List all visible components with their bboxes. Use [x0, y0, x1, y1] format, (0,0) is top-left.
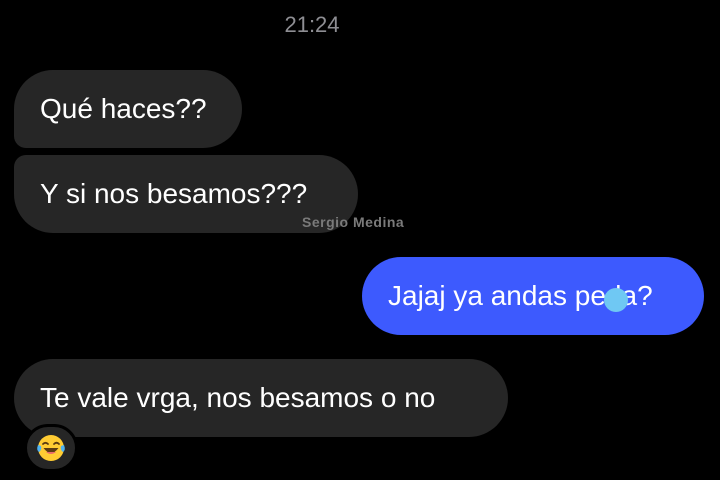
touch-indicator-dot: [604, 288, 628, 312]
message-timestamp: 21:24: [284, 12, 340, 37]
message-text: Y si nos besamos???: [40, 178, 308, 209]
message-reaction[interactable]: [24, 424, 78, 472]
laughing-tears-emoji-icon: [37, 435, 65, 461]
outgoing-message-bubble[interactable]: Jajaj ya andas peda?: [362, 257, 704, 335]
message-text: Te vale vrga, nos besamos o no: [40, 382, 436, 413]
watermark: Sergio Medina: [302, 214, 405, 230]
message-text: Qué haces??: [40, 93, 207, 124]
incoming-message-bubble[interactable]: Te vale vrga, nos besamos o no: [14, 359, 508, 437]
incoming-message-bubble[interactable]: Qué haces??: [14, 70, 242, 148]
